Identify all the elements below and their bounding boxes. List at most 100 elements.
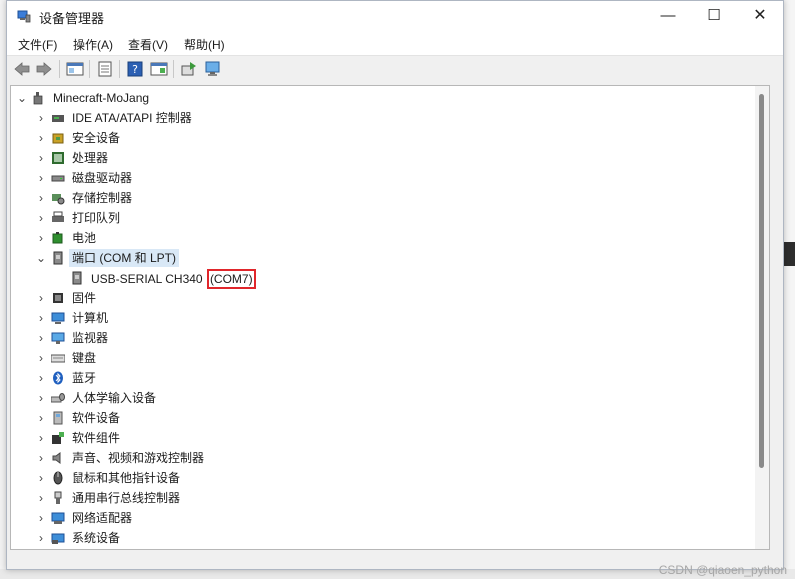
chevron-right-icon[interactable]: ›	[34, 191, 48, 205]
tree-category-audio[interactable]: › 声音、视频和游戏控制器	[11, 448, 751, 468]
category-label: 固件	[72, 291, 97, 305]
category-label: 端口 (COM 和 LPT)	[72, 251, 176, 265]
tree-category-monitor[interactable]: › 监视器	[11, 328, 751, 348]
chevron-right-icon[interactable]: ›	[34, 471, 48, 485]
tree-category-battery[interactable]: › 电池	[11, 228, 751, 248]
chevron-right-icon[interactable]: ›	[34, 131, 48, 145]
tree-category-firmware[interactable]: › 固件	[11, 288, 751, 308]
port-device-icon	[72, 271, 82, 285]
chevron-right-icon[interactable]: ›	[34, 491, 48, 505]
monitor-icon	[51, 332, 65, 344]
device-list-icon[interactable]	[95, 59, 115, 79]
bluetooth-icon	[53, 371, 63, 385]
tree-category-storage[interactable]: › 存储控制器	[11, 188, 751, 208]
category-label: 存储控制器	[72, 191, 133, 205]
tree-category-ide[interactable]: › IDE ATA/ATAPI 控制器	[11, 108, 751, 128]
category-label: 系统设备	[72, 531, 121, 545]
watermark: CSDN @qiaoen_python	[658, 563, 787, 577]
security-icon	[52, 133, 64, 144]
computer-name: Minecraft-MoJang	[53, 91, 150, 105]
chevron-right-icon[interactable]: ›	[34, 411, 48, 425]
chevron-right-icon[interactable]: ›	[34, 511, 48, 525]
close-button[interactable]: ✕	[737, 1, 783, 31]
properties-pane-icon[interactable]	[65, 59, 85, 79]
category-label: 磁盘驱动器	[72, 171, 133, 185]
tree-category-usb[interactable]: › 通用串行总线控制器	[11, 488, 751, 508]
category-label: 通用串行总线控制器	[72, 491, 181, 505]
category-label: IDE ATA/ATAPI 控制器	[72, 111, 192, 125]
vertical-scrollbar[interactable]	[755, 86, 769, 549]
chevron-right-icon[interactable]: ›	[34, 371, 48, 385]
category-label: 人体学输入设备	[72, 391, 157, 405]
category-label: 网络适配器	[72, 511, 133, 525]
tree-category-disk[interactable]: › 磁盘驱动器	[11, 168, 751, 188]
category-label: 处理器	[72, 151, 109, 165]
chevron-right-icon[interactable]: ›	[34, 331, 48, 345]
chevron-right-icon[interactable]: ›	[34, 311, 48, 325]
toolbar: ?	[7, 55, 783, 82]
tree-root[interactable]: ⌄ Minecraft-MoJang	[11, 88, 751, 108]
category-label: 鼠标和其他指针设备	[72, 471, 181, 485]
chevron-right-icon[interactable]: ›	[34, 111, 48, 125]
menu-view[interactable]: 查看(V)	[128, 36, 168, 53]
forward-icon[interactable]	[34, 59, 54, 79]
chevron-right-icon[interactable]: ›	[34, 151, 48, 165]
chevron-right-icon[interactable]: ›	[34, 431, 48, 445]
chevron-right-icon[interactable]: ›	[34, 291, 48, 305]
category-label: 计算机	[72, 311, 109, 325]
tree-category-printer[interactable]: › 打印队列	[11, 208, 751, 228]
tree-category-processor[interactable]: › 处理器	[11, 148, 751, 168]
maximize-button[interactable]: ☐	[691, 1, 737, 31]
com-port-highlight: (COM7)	[206, 269, 256, 289]
chevron-down-icon[interactable]: ⌄	[34, 251, 48, 265]
processor-icon	[52, 152, 64, 164]
chevron-right-icon[interactable]: ›	[34, 171, 48, 185]
category-label: 监视器	[72, 331, 109, 345]
tree-category-software-component[interactable]: › 软件组件	[11, 428, 751, 448]
tree-category-system[interactable]: › 系统设备	[11, 528, 751, 548]
menu-bar: 文件(F) 操作(A) 查看(V) 帮助(H)	[7, 31, 783, 55]
category-label: 软件组件	[72, 431, 121, 445]
menu-help[interactable]: 帮助(H)	[184, 36, 225, 53]
back-icon[interactable]	[12, 59, 32, 79]
tree-category-hid[interactable]: › 人体学输入设备	[11, 388, 751, 408]
chevron-right-icon[interactable]: ›	[34, 531, 48, 545]
chevron-right-icon[interactable]: ›	[34, 231, 48, 245]
chevron-right-icon[interactable]: ›	[34, 391, 48, 405]
ide-icon	[52, 115, 64, 122]
view-icon[interactable]	[149, 59, 169, 79]
tree-category-ports[interactable]: ⌄ 端口 (COM 和 LPT)	[11, 248, 751, 268]
network-icon	[51, 512, 65, 524]
tree-category-software-device[interactable]: › 软件设备	[11, 408, 751, 428]
help-icon[interactable]: ?	[125, 59, 145, 79]
minimize-button[interactable]: —	[645, 1, 691, 31]
device-tree[interactable]: ⌄ Minecraft-MoJang › IDE ATA/ATAPI 控制器 ›…	[10, 85, 770, 550]
tree-category-mouse[interactable]: › 鼠标和其他指针设备	[11, 468, 751, 488]
tree-category-network[interactable]: › 网络适配器	[11, 508, 751, 528]
computer-icon	[33, 92, 43, 105]
keyboard-icon	[51, 354, 65, 363]
category-label: 安全设备	[72, 131, 121, 145]
menu-action[interactable]: 操作(A)	[73, 36, 113, 53]
scrollbar-thumb[interactable]	[759, 94, 764, 468]
window-title: 设备管理器	[39, 11, 105, 26]
category-label: 键盘	[72, 351, 97, 365]
device-manager-window: 设备管理器 — ☐ ✕ 文件(F) 操作(A) 查看(V) 帮助(H) ? ⌄ …	[6, 0, 784, 570]
computer-icon	[51, 312, 65, 324]
tree-device-usb-serial[interactable]: USB-SERIAL CH340 (COM7)	[11, 268, 751, 289]
audio-icon	[52, 452, 61, 464]
printer-icon	[52, 211, 64, 222]
tree-category-bluetooth[interactable]: › 蓝牙	[11, 368, 751, 388]
chevron-right-icon[interactable]: ›	[34, 211, 48, 225]
scan-hardware-icon[interactable]	[203, 59, 223, 79]
title-bar[interactable]: 设备管理器 — ☐ ✕	[7, 1, 783, 31]
tree-category-security[interactable]: › 安全设备	[11, 128, 751, 148]
tree-category-keyboard[interactable]: › 键盘	[11, 348, 751, 368]
chevron-down-icon[interactable]: ⌄	[15, 91, 29, 105]
chevron-right-icon[interactable]: ›	[34, 351, 48, 365]
tree-category-computer[interactable]: › 计算机	[11, 308, 751, 328]
chevron-right-icon[interactable]: ›	[34, 451, 48, 465]
menu-file[interactable]: 文件(F)	[18, 36, 57, 53]
usb-icon	[54, 491, 62, 504]
update-driver-icon[interactable]	[179, 59, 199, 79]
